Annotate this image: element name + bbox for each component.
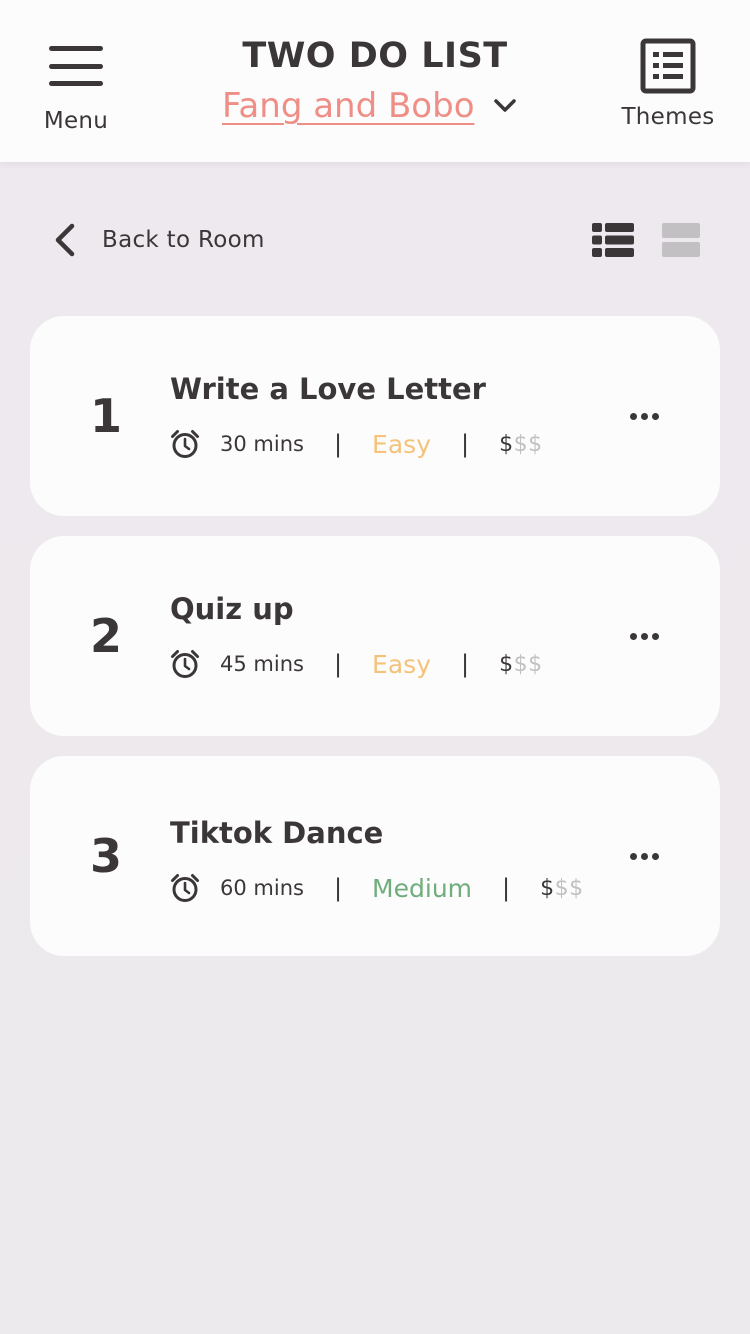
more-options-button[interactable]: [624, 316, 664, 516]
task-cost: $$$: [540, 876, 584, 901]
themes-button[interactable]: Themes: [620, 38, 716, 138]
chevron-left-icon: [50, 220, 80, 260]
task-title: Tiktok Dance: [170, 816, 384, 850]
task-cost: $$$: [499, 652, 543, 677]
meta-separator: |: [333, 650, 343, 678]
app-header: Menu TWO DO LIST Fang and Bobo Themes: [0, 0, 750, 162]
room-name[interactable]: Fang and Bobo: [222, 86, 475, 126]
menu-label: Menu: [43, 108, 109, 134]
meta-separator: |: [502, 874, 511, 902]
more-icon: [629, 632, 659, 640]
more-options-button[interactable]: [624, 536, 664, 736]
task-list: 1 Write a Love Letter 30 mins | Easy | $…: [30, 316, 720, 976]
more-icon: [629, 852, 659, 860]
more-options-button[interactable]: [624, 756, 664, 956]
task-number: 3: [90, 829, 123, 883]
cost-filled: $: [499, 651, 514, 677]
list-view-icon[interactable]: [592, 222, 634, 258]
task-duration: 45 mins: [220, 652, 304, 676]
card-view-icon[interactable]: [662, 222, 700, 258]
task-card[interactable]: 2 Quiz up 45 mins | Easy | $$$: [30, 536, 720, 736]
alarm-clock-icon: [171, 650, 199, 678]
cost-empty: $$: [513, 431, 543, 457]
task-duration: 60 mins: [220, 876, 304, 900]
meta-separator: |: [460, 430, 470, 458]
task-card[interactable]: 1 Write a Love Letter 30 mins | Easy | $…: [30, 316, 720, 516]
themes-icon: [640, 38, 696, 94]
task-number: 1: [90, 389, 123, 443]
cost-empty: $$: [513, 651, 543, 677]
task-difficulty: Easy: [372, 649, 431, 679]
chevron-down-icon[interactable]: [493, 94, 517, 118]
task-meta: 45 mins | Easy | $$$: [170, 646, 543, 682]
task-cost: $$$: [499, 432, 543, 457]
alarm-clock-icon: [171, 430, 199, 458]
task-meta: 60 mins | Medium | $$$: [170, 870, 584, 906]
meta-separator: |: [333, 874, 343, 902]
back-to-room-label: Back to Room: [102, 227, 265, 253]
more-icon: [629, 412, 659, 420]
task-difficulty: Medium: [372, 873, 473, 903]
task-card[interactable]: 3 Tiktok Dance 60 mins | Medium | $$$: [30, 756, 720, 956]
themes-label: Themes: [621, 104, 715, 130]
back-to-room-link[interactable]: Back to Room: [50, 218, 265, 262]
meta-separator: |: [460, 650, 470, 678]
task-difficulty: Easy: [372, 429, 431, 459]
task-duration: 30 mins: [220, 432, 304, 456]
alarm-clock-icon: [171, 874, 199, 902]
room-selector[interactable]: Fang and Bobo: [222, 84, 517, 128]
cost-filled: $: [540, 875, 555, 901]
task-number: 2: [90, 609, 123, 663]
cost-empty: $$: [554, 875, 584, 901]
cost-filled: $: [499, 431, 514, 457]
meta-separator: |: [333, 430, 343, 458]
task-title: Write a Love Letter: [170, 372, 486, 406]
task-title: Quiz up: [170, 592, 294, 626]
task-meta: 30 mins | Easy | $$$: [170, 426, 543, 462]
